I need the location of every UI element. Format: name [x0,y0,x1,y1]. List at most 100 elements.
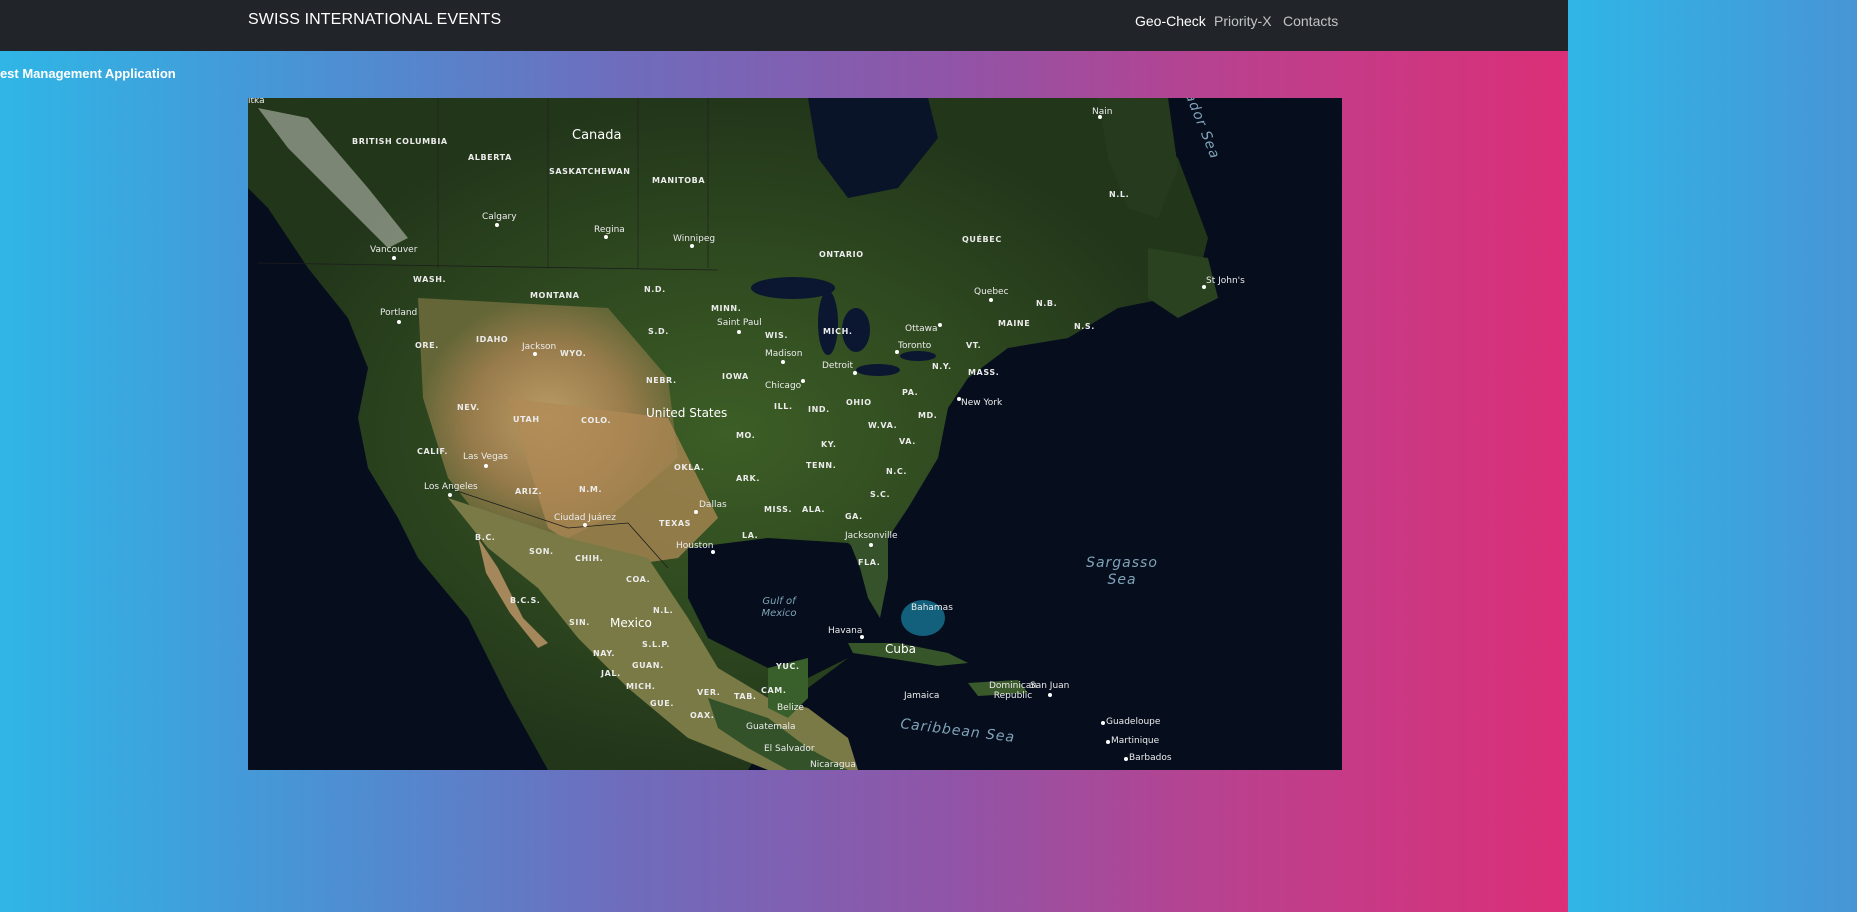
label-oax: OAX. [690,711,715,720]
label-minn: MINN. [711,304,742,313]
label-mich: MICH. [823,327,853,336]
label-gulf-of-mexico: Gulf of Mexico [761,596,797,619]
label-houston: Houston [676,541,714,551]
top-navbar: SWISS INTERNATIONAL EVENTS Geo-Check Pri… [0,0,1568,51]
label-havana: Havana [828,626,863,636]
label-wyo: WYO. [560,349,587,358]
label-british-columbia: BRITISH COLUMBIA [352,137,448,146]
label-bcs: B.C.S. [510,596,541,605]
label-calgary: Calgary [482,212,517,222]
label-nb: N.B. [1036,299,1058,308]
label-saint-paul: Saint Paul [717,318,762,328]
label-barbados: Barbados [1129,753,1172,763]
label-mich-mx: MICH. [626,682,656,691]
label-quebec: Quebec [974,287,1009,297]
label-el-salvador: El Salvador [764,744,815,754]
label-martinique: Martinique [1111,736,1160,746]
label-madison: Madison [765,349,803,359]
label-sargasso-sea: Sargasso Sea [1086,555,1158,588]
label-guadeloupe: Guadeloupe [1106,717,1161,727]
label-ny: N.Y. [932,362,952,371]
label-guatemala: Guatemala [746,722,796,732]
label-wva: W.VA. [868,421,898,430]
label-ottawa: Ottawa [905,324,938,334]
label-chih: CHIH. [575,554,604,563]
label-ver: VER. [697,688,721,697]
label-yuc: YUC. [776,662,800,671]
label-va: VA. [899,437,916,446]
label-alberta: ALBERTA [468,153,512,162]
label-ga: GA. [845,512,863,521]
label-tenn: TENN. [806,461,837,470]
label-montana: MONTANA [530,291,580,300]
label-ns: N.S. [1074,322,1095,331]
label-okla: OKLA. [674,463,705,472]
label-nebr: NEBR. [646,376,677,385]
label-las-vegas: Las Vegas [463,452,508,462]
label-dallas: Dallas [699,500,727,510]
label-iowa: IOWA [722,372,749,381]
page-subtitle: uest Management Application [0,66,176,81]
label-nc: N.C. [886,467,908,476]
label-miss: MISS. [764,505,793,514]
label-jal: JAL. [601,669,621,678]
label-chicago: Chicago [765,381,802,391]
label-canada: Canada [572,128,622,143]
label-jacksonville: Jacksonville [845,531,898,541]
label-ala: ALA. [802,505,826,514]
label-detroit: Detroit [822,361,854,371]
label-ciudad-juarez: Ciudad Juárez [554,513,616,523]
label-belize: Belize [777,703,804,713]
label-united-states: United States [646,406,728,420]
label-saskatchewan: SASKATCHEWAN [549,167,631,176]
label-nay: NAY. [593,649,616,658]
label-colo: COLO. [581,416,612,425]
label-nl: N.L. [1109,190,1130,199]
label-toronto: Toronto [898,341,932,351]
label-san-juan: San Juan [1030,681,1070,691]
label-coa: COA. [626,575,651,584]
nav-link-priority-x[interactable]: Priority-X [1214,13,1272,29]
label-sin: SIN. [569,618,590,627]
label-winnipeg: Winnipeg [673,234,716,244]
label-nicaragua: Nicaragua [810,760,856,770]
label-fla: FLA. [858,558,881,567]
nav-link-geo-check[interactable]: Geo-Check [1135,13,1206,29]
label-nl-mx: N.L. [653,606,674,615]
label-nd: N.D. [644,285,666,294]
label-ohio: OHIO [846,398,872,407]
label-quebec: QUÉBEC [962,235,1002,244]
label-tab: TAB. [734,692,757,701]
nav-link-contacts[interactable]: Contacts [1283,13,1338,29]
label-ill: ILL. [774,402,793,411]
label-st-johns: St John's [1206,276,1245,286]
label-regina: Regina [594,225,625,235]
label-wash: WASH. [413,275,447,284]
satellite-map[interactable]: Canada United States Mexico Cuba BRITISH… [248,98,1342,770]
label-mo: MO. [736,431,756,440]
label-cam: CAM. [761,686,787,695]
label-maine: MAINE [998,319,1031,328]
label-utah: UTAH [513,415,540,424]
label-ontario: ONTARIO [819,250,864,259]
nav-links: Geo-Check Priority-X Contacts [0,13,1568,33]
label-nm: N.M. [579,485,603,494]
label-new-york: New York [961,398,1003,408]
label-la: LA. [742,531,759,540]
label-vancouver: Vancouver [370,245,418,255]
label-sc: S.C. [870,490,891,499]
label-vt: VT. [966,341,982,350]
label-ky: KY. [821,440,837,449]
label-ore: ORE. [415,341,439,350]
label-bc-mx: B.C. [475,533,496,542]
label-nev: NEV. [457,403,480,412]
label-mexico: Mexico [610,616,652,630]
label-jamaica: Jamaica [904,691,940,701]
label-los-angeles: Los Angeles [424,482,478,492]
label-son: SON. [529,547,554,556]
label-ind: IND. [808,405,830,414]
label-slp: S.L.P. [642,640,670,649]
label-md: MD. [918,411,938,420]
label-gue: GUE. [650,699,674,708]
label-ark: ARK. [736,474,760,483]
